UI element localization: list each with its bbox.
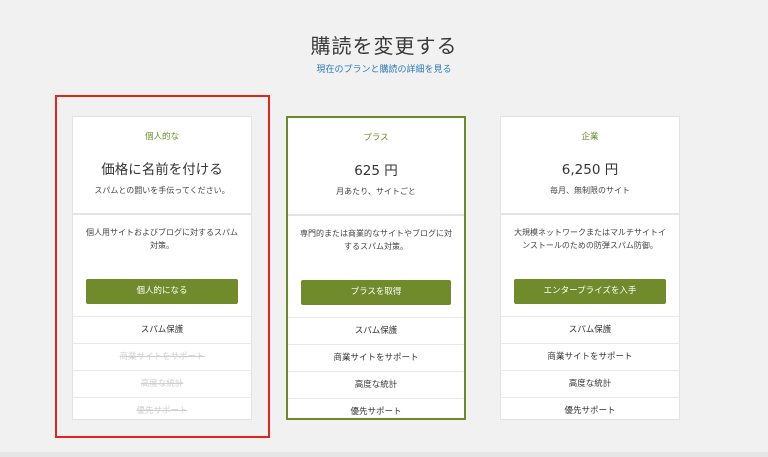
plan-price-subtext: 毎月、無制限のサイト: [550, 186, 630, 195]
plan-card-personal: 個人的な 価格に名前を付ける スパムとの闘いを手伝ってください。 個人用サイトお…: [72, 116, 252, 420]
plan-card-enterprise: 企業 6,250 円 毎月、無制限のサイト 大規模ネットワークまたはマルチサイト…: [500, 116, 680, 420]
feature-priority-support: 優先サポート: [501, 397, 679, 424]
plan-price: 625 円: [354, 163, 398, 179]
plan-header: プラス 625 円 月あたり、サイトごと: [288, 118, 464, 216]
plan-name: 個人的な: [144, 132, 179, 142]
plan-description: 個人用サイトおよびブログに対するスパム対策。: [86, 228, 238, 250]
plan-description: 大規模ネットワークまたはマルチサイトインストールのための防弾スパム防御。: [514, 228, 666, 250]
personal-plan-button[interactable]: 個人的になる: [86, 279, 238, 304]
feature-list: スパム保護 商業サイトをサポート 高度な統計 優先サポート: [501, 316, 679, 424]
feature-spam-protection: スパム保護: [288, 317, 464, 344]
plan-price: 価格に名前を付ける: [101, 162, 223, 178]
plan-name: 企業: [581, 132, 599, 142]
page-bottom-border: [0, 452, 768, 457]
subscription-details-link[interactable]: 現在のプランと購読の詳細を見る: [0, 62, 768, 75]
feature-commercial-support: 商業サイトをサポート: [288, 344, 464, 371]
plan-header: 個人的な 価格に名前を付ける スパムとの闘いを手伝ってください。: [73, 117, 251, 215]
feature-commercial-support: 商業サイトをサポート: [73, 343, 251, 370]
enterprise-plan-button[interactable]: エンタープライズを入手: [514, 279, 666, 304]
plan-card-plus: プラス 625 円 月あたり、サイトごと 専門的または商業的なサイトやブログに対…: [286, 116, 466, 420]
plan-header: 企業 6,250 円 毎月、無制限のサイト: [501, 117, 679, 215]
feature-advanced-stats: 高度な統計: [501, 370, 679, 397]
plan-price-subtext: 月あたり、サイトごと: [336, 187, 416, 196]
feature-spam-protection: スパム保護: [501, 316, 679, 343]
feature-list: スパム保護 商業サイトをサポート 高度な統計 優先サポート: [288, 317, 464, 425]
plus-plan-button[interactable]: プラスを取得: [301, 280, 451, 305]
plan-price: 6,250 円: [561, 162, 619, 178]
feature-priority-support: 優先サポート: [73, 397, 251, 424]
plan-price-subtext: スパムとの闘いを手伝ってください。: [94, 186, 230, 195]
feature-advanced-stats: 高度な統計: [73, 370, 251, 397]
feature-priority-support: 優先サポート: [288, 398, 464, 425]
plan-name: プラス: [363, 133, 389, 143]
feature-commercial-support: 商業サイトをサポート: [501, 343, 679, 370]
feature-spam-protection: スパム保護: [73, 316, 251, 343]
page-title: 購読を変更する: [310, 34, 458, 58]
plan-description: 専門的または商業的なサイトやブログに対するスパム対策。: [300, 229, 452, 251]
feature-advanced-stats: 高度な統計: [288, 371, 464, 398]
feature-list: スパム保護 商業サイトをサポート 高度な統計 優先サポート: [73, 316, 251, 424]
